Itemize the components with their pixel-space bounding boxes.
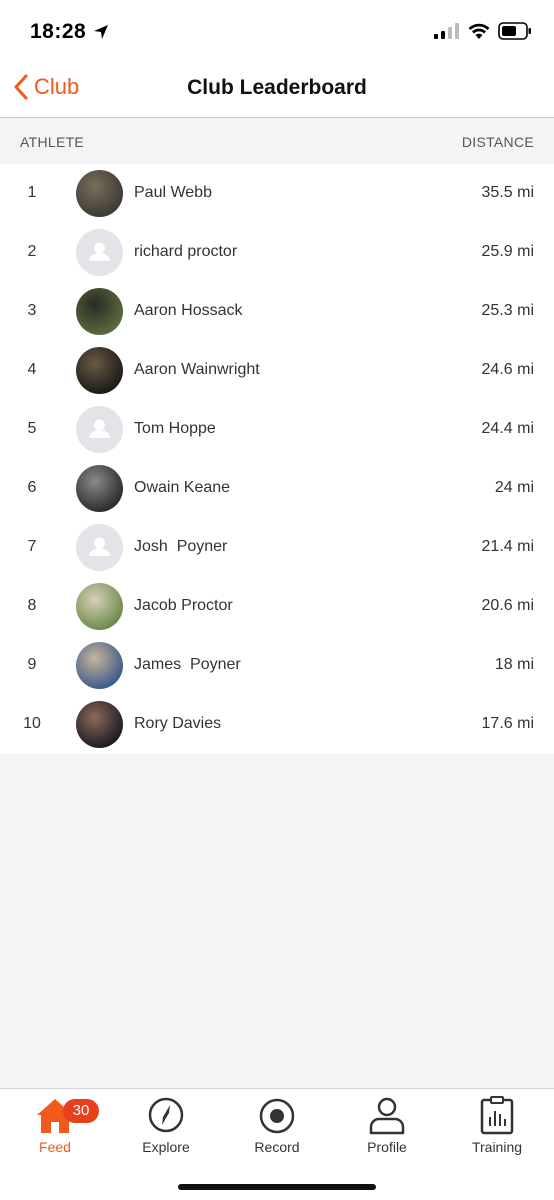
athlete-distance: 24.4 mi [481, 420, 534, 437]
rank-number: 9 [27, 656, 37, 673]
status-time: 18:28 [30, 20, 87, 43]
leaderboard-row[interactable]: 2 richard proctor 25.9 mi [0, 223, 554, 282]
compass-icon [148, 1097, 184, 1133]
avatar[interactable] [76, 701, 123, 748]
athlete-name[interactable]: Josh Poyner [134, 538, 227, 556]
athlete-distance: 25.3 mi [481, 302, 534, 319]
tab-feed[interactable]: 30 Feed [5, 1095, 105, 1155]
leaderboard-list: 1 Paul Webb 35.5 mi 2 richard proctor 25.9 mi… [0, 164, 554, 754]
athlete-distance: 24.6 mi [481, 361, 534, 378]
rank-number: 4 [27, 361, 37, 378]
avatar[interactable] [76, 583, 123, 630]
tab-record[interactable]: Record [227, 1095, 327, 1155]
person-icon [89, 419, 110, 438]
tab-label: Record [254, 1139, 300, 1155]
notification-badge: 30 [63, 1099, 99, 1123]
athlete-name[interactable]: Aaron Wainwright [134, 361, 260, 379]
tab-training[interactable]: Training [447, 1095, 547, 1155]
athlete-name[interactable]: Paul Webb [134, 184, 212, 202]
person-icon [89, 242, 110, 261]
avatar-placeholder[interactable] [76, 229, 123, 276]
athlete-distance: 35.5 mi [481, 184, 534, 201]
tab-profile[interactable]: Profile [337, 1095, 437, 1155]
athlete-name[interactable]: Owain Keane [134, 479, 230, 497]
athlete-name[interactable]: James Poyner [134, 656, 241, 674]
athlete-distance: 21.4 mi [481, 538, 534, 555]
avatar[interactable] [76, 642, 123, 689]
profile-icon [369, 1097, 405, 1135]
avatar[interactable] [76, 347, 123, 394]
athlete-name[interactable]: Tom Hoppe [134, 420, 216, 438]
rank-number: 5 [27, 420, 37, 437]
home-indicator [178, 1184, 376, 1190]
battery-icon [498, 22, 531, 40]
tab-label: Profile [367, 1139, 407, 1155]
avatar-placeholder[interactable] [76, 406, 123, 453]
athlete-name[interactable]: Jacob Proctor [134, 597, 233, 615]
location-arrow-icon [94, 25, 108, 39]
athlete-distance: 24 mi [494, 479, 534, 496]
rank-number: 1 [27, 184, 37, 201]
athlete-distance: 20.6 mi [481, 597, 534, 614]
rank-number: 3 [27, 302, 37, 319]
signal-icon [434, 23, 459, 39]
tab-label: Training [471, 1139, 523, 1155]
person-icon [89, 537, 110, 556]
leaderboard-row[interactable]: 9 James Poyner 18 mi [0, 636, 554, 695]
record-icon [259, 1098, 295, 1134]
nav-bar: Club Club Leaderboard [0, 60, 554, 118]
avatar[interactable] [76, 465, 123, 512]
training-icon [480, 1096, 514, 1135]
avatar[interactable] [76, 288, 123, 335]
tab-label: Explore [142, 1139, 190, 1155]
status-indicators [434, 22, 532, 40]
wifi-icon [468, 23, 490, 39]
column-header: ATHLETE DISTANCE [0, 119, 554, 164]
status-bar: 18:28 [0, 0, 554, 60]
rank-number: 7 [27, 538, 37, 555]
athlete-name[interactable]: richard proctor [134, 243, 237, 261]
athlete-distance: 17.6 mi [481, 715, 534, 732]
rank-number: 2 [27, 243, 37, 260]
leaderboard-row[interactable]: 1 Paul Webb 35.5 mi [0, 164, 554, 223]
leaderboard-row[interactable]: 3 Aaron Hossack 25.3 mi [0, 282, 554, 341]
leaderboard-row[interactable]: 6 Owain Keane 24 mi [0, 459, 554, 518]
leaderboard-row[interactable]: 10 Rory Davies 17.6 mi [0, 695, 554, 754]
avatar[interactable] [76, 170, 123, 217]
athlete-name[interactable]: Rory Davies [134, 715, 221, 733]
leaderboard-row[interactable]: 4 Aaron Wainwright 24.6 mi [0, 341, 554, 400]
tab-bar: 30 Feed Explore Record Profile Training [0, 1088, 554, 1200]
avatar-placeholder[interactable] [76, 524, 123, 571]
leaderboard-row[interactable]: 7 Josh Poyner 21.4 mi [0, 518, 554, 577]
tab-explore[interactable]: Explore [116, 1095, 216, 1155]
athlete-name[interactable]: Aaron Hossack [134, 302, 243, 320]
rank-number: 8 [27, 597, 37, 614]
athlete-distance: 18 mi [494, 656, 534, 673]
tab-label: Feed [39, 1139, 71, 1155]
leaderboard-row[interactable]: 5 Tom Hoppe 24.4 mi [0, 400, 554, 459]
athlete-distance: 25.9 mi [481, 243, 534, 260]
column-distance: DISTANCE [461, 134, 534, 150]
rank-number: 6 [27, 479, 37, 496]
column-athlete: ATHLETE [20, 134, 85, 150]
rank-number: 10 [23, 715, 41, 732]
leaderboard-row[interactable]: 8 Jacob Proctor 20.6 mi [0, 577, 554, 636]
page-title: Club Leaderboard [187, 76, 367, 99]
